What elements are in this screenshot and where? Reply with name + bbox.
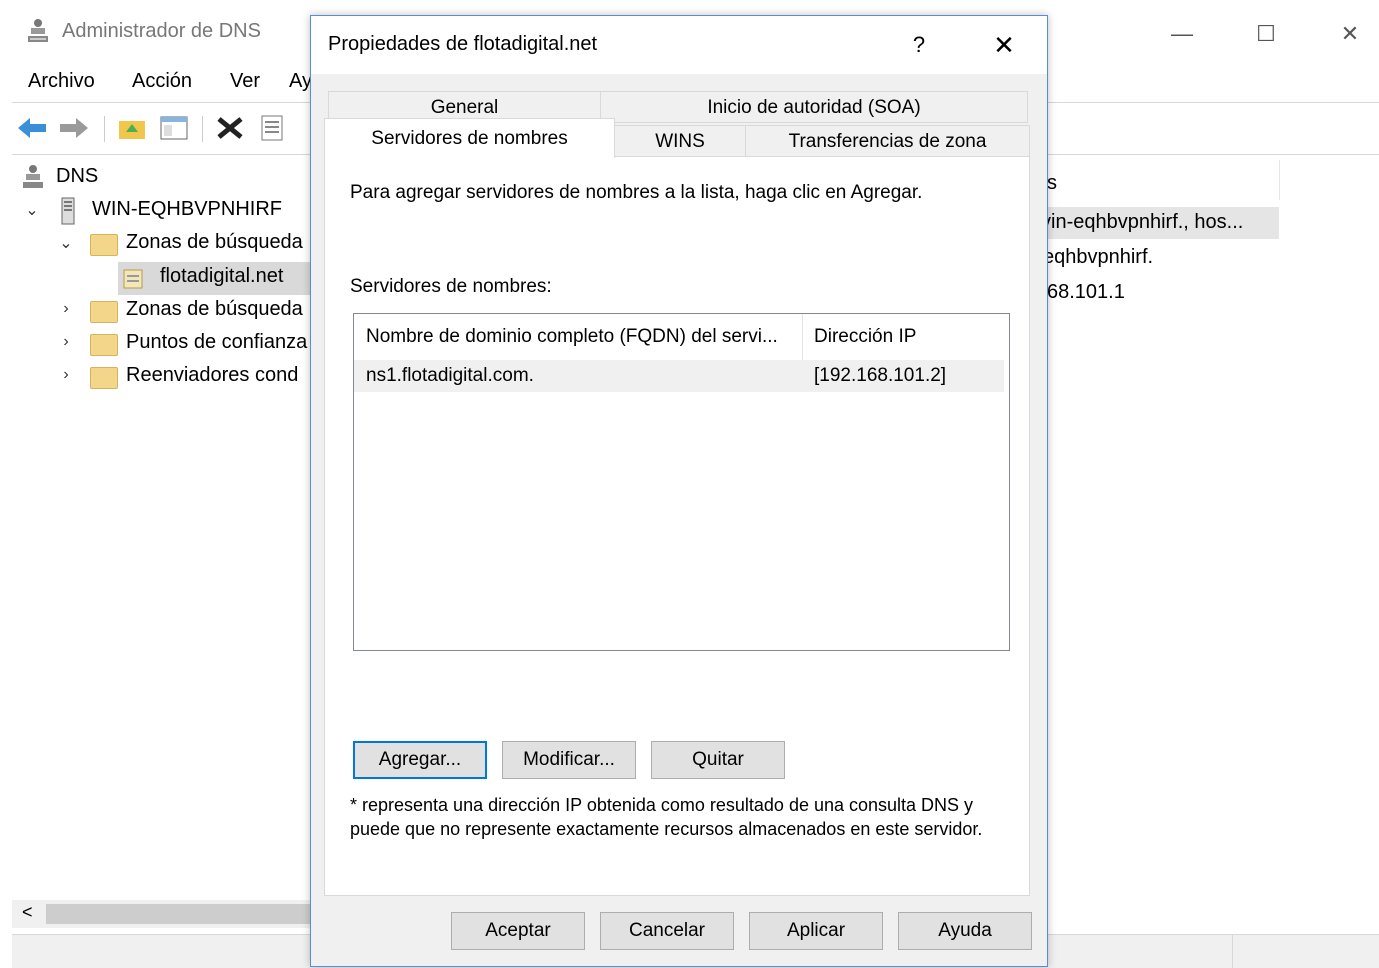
tree-item-reverse-zones[interactable]: › Zonas de búsqueda <box>58 295 312 328</box>
forward-arrow-icon[interactable] <box>58 112 90 144</box>
show-hide-tree-icon[interactable] <box>158 112 190 144</box>
help-button[interactable]: ? <box>899 28 939 62</box>
server-icon <box>60 197 76 231</box>
dns-app-icon <box>26 18 50 46</box>
tree-label: flotadigital.net <box>160 265 284 287</box>
menu-accion[interactable]: Acción <box>132 70 192 93</box>
record-data[interactable]: 68.101.1 <box>1047 281 1125 304</box>
tree-item-trust-points[interactable]: › Puntos de confianza <box>58 328 312 361</box>
right-pane-header[interactable]: s <box>1047 160 1280 200</box>
cell-fqdn: ns1.flotadigital.com. <box>366 365 534 386</box>
folder-icon <box>90 234 118 256</box>
tree-item-conditional-forwarders[interactable]: › Reenviadores cond <box>58 361 312 394</box>
table-row[interactable]: ns1.flotadigital.com. [192.168.101.2] <box>354 360 1004 392</box>
menu-archivo[interactable]: Archivo <box>28 70 95 93</box>
scrollbar-thumb[interactable] <box>46 904 312 924</box>
tree-label: Reenviadores cond <box>126 364 299 386</box>
zone-file-icon <box>122 266 144 296</box>
tree-label: DNS <box>56 165 99 187</box>
column-header: s <box>1047 172 1057 194</box>
tree-label: Puntos de confianza <box>126 331 308 353</box>
app-title: Administrador de DNS <box>62 20 261 42</box>
dialog-title-bar[interactable]: Propiedades de flotadigital.net ? ✕ <box>311 16 1047 74</box>
list-label: Servidores de nombres: <box>350 276 552 297</box>
apply-button[interactable]: Aplicar <box>749 912 883 950</box>
tree-label: Zonas de búsqueda <box>126 231 303 253</box>
tab-wins[interactable]: WINS <box>614 125 746 157</box>
tree-label: Zonas de búsqueda <box>126 298 303 320</box>
right-pane-row[interactable]: vin-eqhbvpnhirf., hos... <box>1041 207 1279 239</box>
name-servers-list[interactable]: Nombre de dominio completo (FQDN) del se… <box>353 313 1010 651</box>
edit-button[interactable]: Modificar... <box>502 741 636 779</box>
scroll-left-arrow-icon[interactable]: < <box>22 902 33 923</box>
minimize-button[interactable]: — <box>1152 14 1212 54</box>
tab-panel: Para agregar servidores de nombres a la … <box>324 156 1030 896</box>
chevron-down-icon[interactable]: ⌄ <box>58 233 74 253</box>
folder-icon <box>90 334 118 356</box>
cancel-button[interactable]: Cancelar <box>600 912 734 950</box>
record-data: vin-eqhbvpnhirf., hos... <box>1041 211 1244 233</box>
dialog-close-button[interactable]: ✕ <box>979 26 1029 64</box>
record-data[interactable]: eqhbvpnhirf. <box>1043 246 1153 269</box>
up-folder-icon[interactable] <box>116 112 148 144</box>
chevron-down-icon[interactable]: ⌄ <box>24 200 40 220</box>
folder-icon <box>90 367 118 389</box>
ok-button[interactable]: Aceptar <box>451 912 585 950</box>
column-header-fqdn[interactable]: Nombre de dominio completo (FQDN) del se… <box>354 314 802 360</box>
tree-item-forward-zones[interactable]: ⌄ Zonas de búsqueda <box>58 228 312 261</box>
instructions-text: Para agregar servidores de nombres a la … <box>350 182 923 203</box>
delete-icon[interactable] <box>214 112 246 144</box>
chevron-right-icon[interactable]: › <box>58 333 74 351</box>
menu-ver[interactable]: Ver <box>230 70 260 93</box>
folder-icon <box>90 301 118 323</box>
tree-item-server[interactable]: ⌄ WIN-EQHBVPNHIRF <box>22 195 312 228</box>
tab-soa[interactable]: Inicio de autoridad (SOA) <box>600 91 1028 123</box>
help-footer-button[interactable]: Ayuda <box>898 912 1032 950</box>
column-header-ip[interactable]: Dirección IP <box>802 314 1002 360</box>
chevron-right-icon[interactable]: › <box>58 300 74 318</box>
toolbar <box>0 104 330 152</box>
tab-zone-transfers[interactable]: Transferencias de zona <box>745 125 1030 157</box>
properties-icon[interactable] <box>256 112 288 144</box>
tree-item-flotadigital[interactable]: flotadigital.net <box>118 262 310 295</box>
maximize-button[interactable]: ☐ <box>1236 14 1296 54</box>
list-header: Nombre de dominio completo (FQDN) del se… <box>354 314 1009 360</box>
toolbar-separator <box>104 116 105 142</box>
remove-button[interactable]: Quitar <box>651 741 785 779</box>
app-close-button[interactable]: ✕ <box>1320 14 1379 54</box>
dialog-title: Propiedades de flotadigital.net <box>328 33 598 55</box>
note-text: * representa una dirección IP obtenida c… <box>350 795 983 839</box>
tab-name-servers[interactable]: Servidores de nombres <box>324 118 615 158</box>
add-button[interactable]: Agregar... <box>353 741 487 779</box>
status-divider <box>1232 935 1233 968</box>
toolbar-separator <box>202 116 203 142</box>
chevron-right-icon[interactable]: › <box>58 366 74 384</box>
properties-dialog: Propiedades de flotadigital.net ? ✕ Gene… <box>310 15 1048 967</box>
horizontal-scrollbar[interactable]: < <box>12 900 312 928</box>
dns-server-icon <box>22 164 44 196</box>
menu-ayuda[interactable]: Ay <box>289 70 312 93</box>
back-arrow-icon[interactable] <box>16 112 48 144</box>
tree-label: WIN-EQHBVPNHIRF <box>92 198 282 220</box>
cell-ip: [192.168.101.2] <box>814 365 947 386</box>
